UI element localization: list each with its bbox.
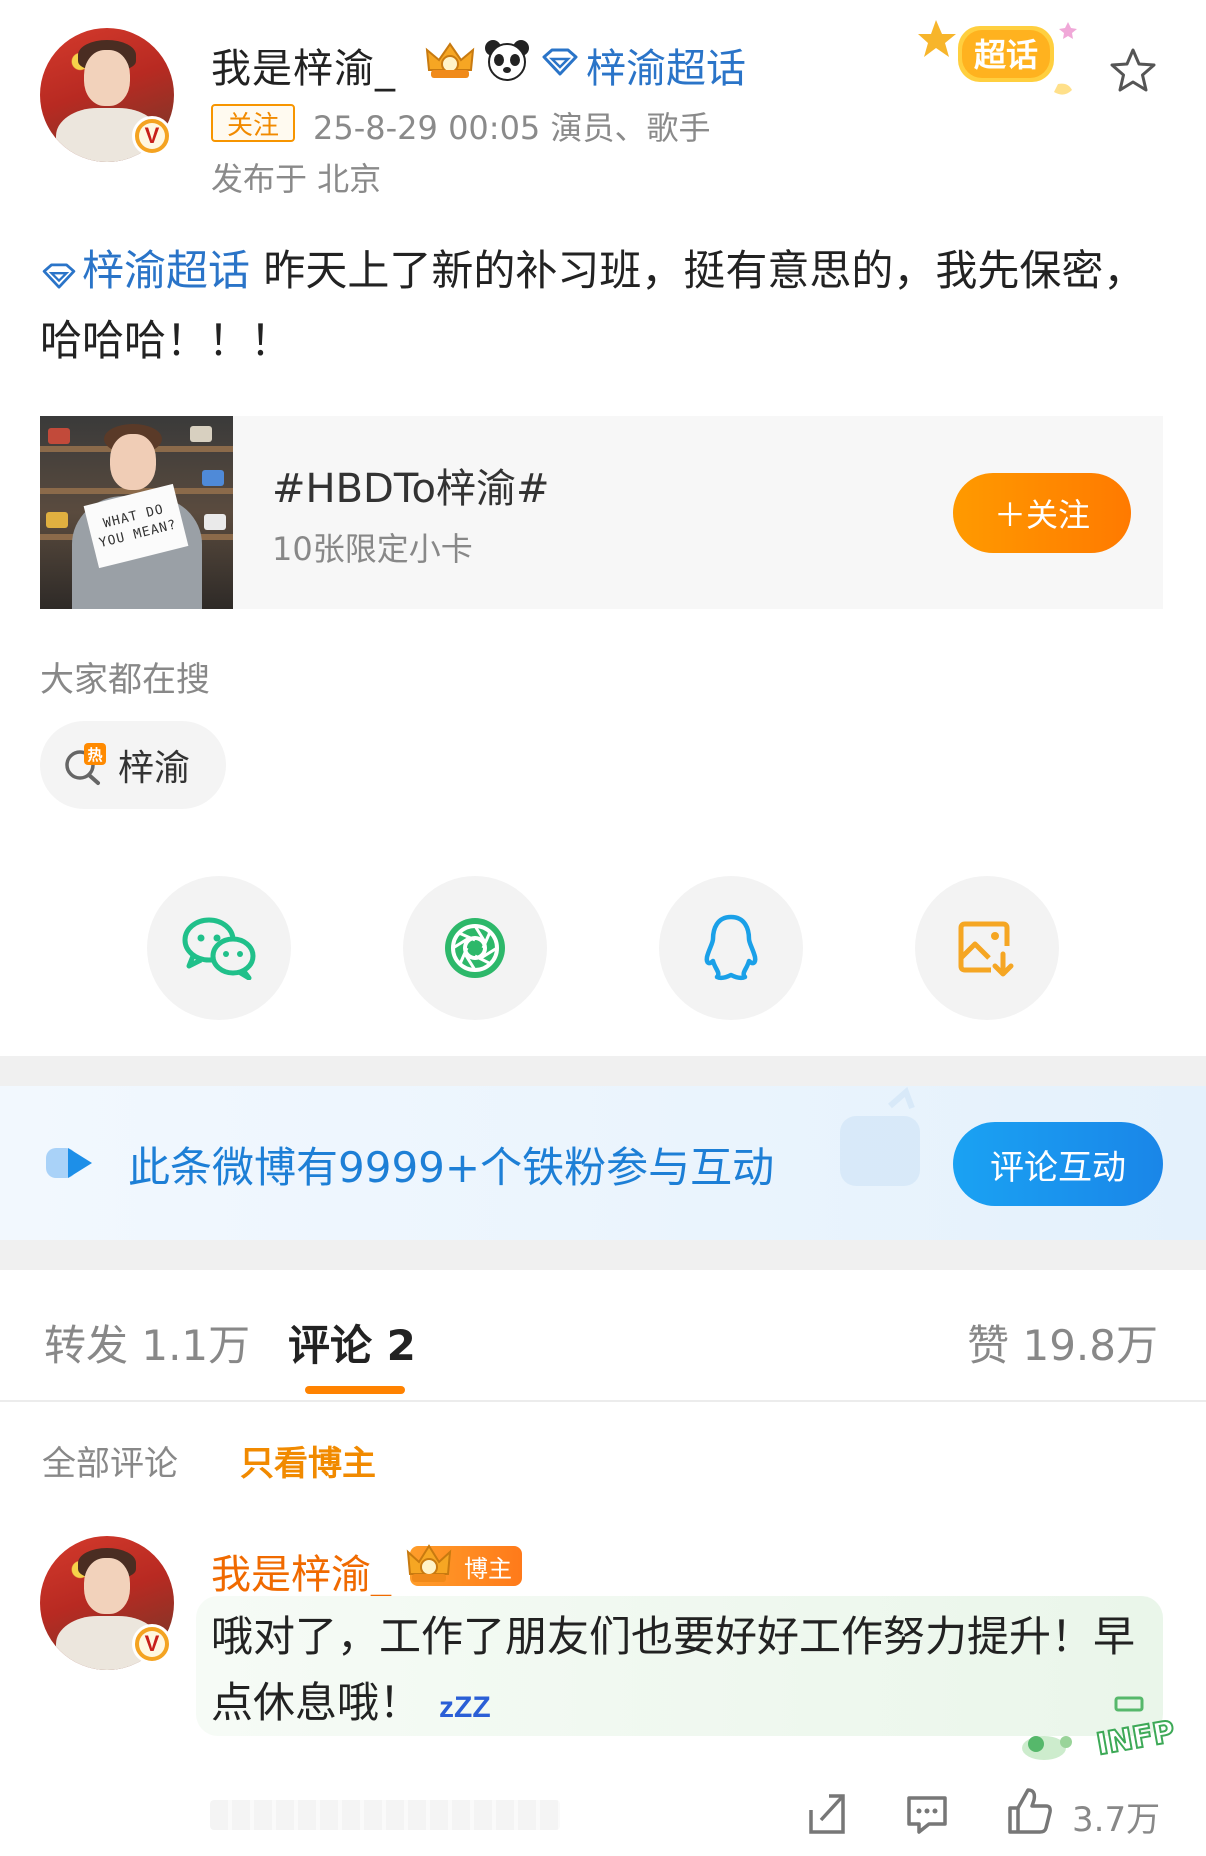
share-wechat-button[interactable] [147, 876, 291, 1020]
fan-interaction-banner[interactable]: 此条微博有9999+个铁粉参与互动 评论互动 [0, 1086, 1206, 1240]
wechat-icon [182, 917, 256, 980]
post-text: 梓渝超话 昨天上了新的补习班，挺有意思的，我先保密，哈哈哈！！！ [40, 236, 1166, 376]
trending-search-heading: 大家都在搜 [40, 660, 210, 700]
save-image-button[interactable] [915, 876, 1059, 1020]
interaction-tabs: 转发 1.1万 评论 2 赞 19.8万 [0, 1272, 1206, 1402]
sleep-emoji: zZZ [439, 1691, 491, 1724]
filter-author-only[interactable]: 只看博主 [240, 1436, 376, 1485]
crown-fan-badge-icon [425, 42, 475, 78]
tab-comments[interactable]: 评论 2 [288, 1312, 416, 1373]
body-supertopic-label: 梓渝超话 [82, 246, 251, 295]
comment-interact-button[interactable]: 评论互动 [953, 1122, 1163, 1206]
sticker-infp-label: INFP [1094, 1714, 1178, 1762]
favorite-star-icon[interactable] [1108, 46, 1158, 96]
comment-like-count: 3.7万 [1072, 1800, 1161, 1840]
comment-text-wrap: 哦对了，工作了朋友们也要好好工作努力提升！早点休息哦！ zZZ [211, 1604, 1151, 1741]
topic-thumbnail: WHAT DO YOU MEAN? [40, 416, 233, 609]
supertopic-diamond-icon [42, 263, 76, 289]
comment-avatar[interactable]: V [40, 1536, 174, 1670]
banner-decoration [840, 1086, 920, 1186]
topic-title: #HBDTo梓渝# [272, 466, 550, 512]
follow-tag[interactable]: 关注 [211, 104, 295, 142]
panda-badge-icon [485, 40, 529, 81]
section-divider [0, 1240, 1206, 1270]
fan-interaction-icon [46, 1148, 92, 1178]
search-chip-label: 梓渝 [118, 748, 191, 789]
blurred-placeholder [210, 1800, 560, 1830]
filter-all-comments[interactable]: 全部评论 [42, 1436, 178, 1485]
author-badge: 博主 [406, 1544, 522, 1586]
supertopic-diamond-icon [542, 48, 578, 76]
infp-sticker: INFP [1022, 1696, 1179, 1764]
repost-icon[interactable] [803, 1790, 851, 1838]
post-location: 发布于 北京 [211, 160, 382, 198]
moments-icon [445, 918, 505, 978]
share-qq-button[interactable] [659, 876, 803, 1020]
author-avatar[interactable]: V [40, 28, 174, 162]
comment-icon[interactable] [903, 1790, 951, 1838]
save-image-icon [958, 921, 1014, 977]
author-badge-label: 博主 [464, 1554, 512, 1583]
share-moments-button[interactable] [403, 876, 547, 1020]
verified-badge-icon: V [132, 1624, 172, 1664]
qq-icon [704, 914, 758, 981]
supertopic-sticker[interactable]: 超话 [918, 14, 1078, 114]
topic-subtitle: 10张限定小卡 [272, 530, 473, 568]
hot-search-icon: 热 [65, 743, 106, 785]
comment-author-name[interactable]: 我是梓渝_ [211, 1542, 391, 1600]
topic-follow-button[interactable]: ＋关注 [953, 473, 1131, 553]
like-icon[interactable] [1004, 1786, 1054, 1836]
topic-card[interactable]: WHAT DO YOU MEAN? #HBDTo梓渝# 10张限定小卡 ＋关注 [40, 416, 1163, 609]
post-header: V 我是梓渝_ 梓渝超话 超话 关注 25-8-29 00:05 演员、歌手 发… [0, 0, 1206, 215]
author-name[interactable]: 我是梓渝_ [211, 36, 396, 94]
supertopic-link[interactable]: 梓渝超话 [586, 36, 746, 94]
body-supertopic-link[interactable]: 梓渝超话 [40, 246, 250, 295]
tab-reposts[interactable]: 转发 1.1万 [44, 1312, 250, 1373]
fan-interaction-text: 此条微博有9999+个铁粉参与互动 [128, 1143, 775, 1192]
hot-search-mark: 热 [87, 746, 102, 764]
comment-text: 哦对了，工作了朋友们也要好好工作努力提升！早点休息哦！ [211, 1612, 1136, 1727]
crown-icon [406, 1544, 452, 1582]
sticker-label: 超话 [974, 36, 1038, 74]
trending-search-chip[interactable]: 热 梓渝 [40, 721, 226, 809]
section-divider [0, 1056, 1206, 1086]
active-tab-indicator [305, 1386, 405, 1394]
verified-badge-icon: V [132, 116, 172, 156]
tab-likes[interactable]: 赞 19.8万 [967, 1312, 1158, 1373]
post-time-role: 25-8-29 00:05 演员、歌手 [313, 109, 711, 147]
